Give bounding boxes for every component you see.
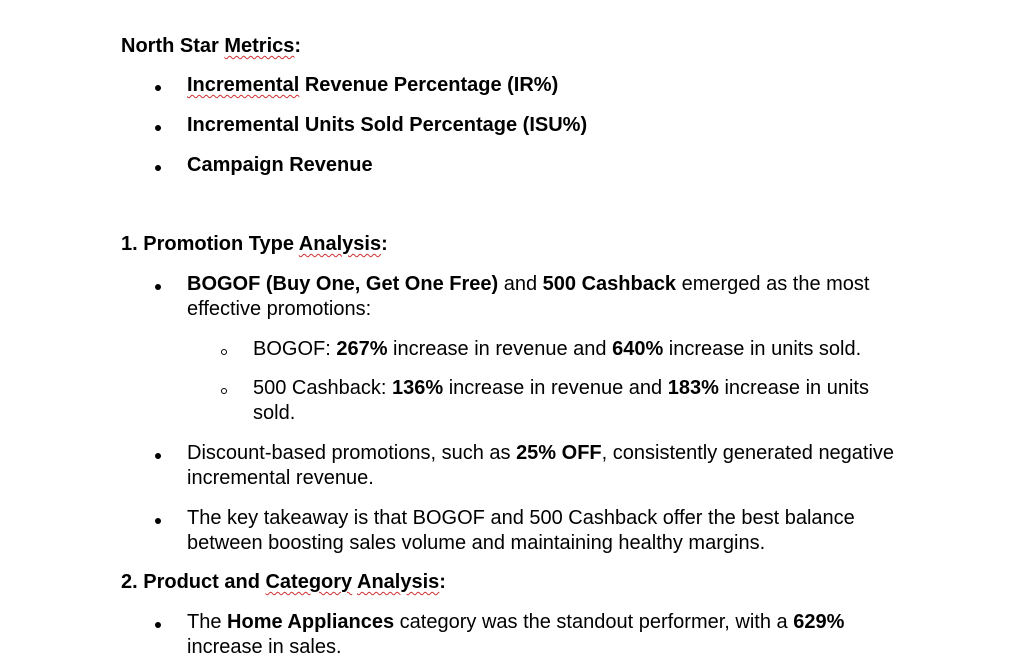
spellcheck-word[interactable]: Category	[265, 571, 352, 593]
heading-text: North Star	[121, 35, 225, 57]
spellcheck-word[interactable]: Analysis	[299, 233, 381, 255]
bullet-icon	[155, 85, 161, 91]
sub-bullet-icon	[221, 349, 227, 355]
item-text: The	[187, 611, 228, 633]
bold-text: 629%	[793, 611, 845, 633]
bullet-icon	[155, 165, 161, 171]
bullet-icon	[155, 125, 161, 131]
bold-text: 25% OFF	[516, 442, 602, 464]
item-text: increase in revenue and	[443, 377, 668, 399]
document-page: North Star Metrics: Incremental Revenue …	[0, 0, 1036, 670]
north-star-item: Incremental Revenue Percentage (IR%)	[187, 73, 907, 98]
sub-bullet-icon	[221, 388, 227, 394]
bold-text: Home Appliances	[227, 611, 395, 633]
bold-text: 183%	[667, 377, 719, 399]
bold-text: BOGOF (Buy One, Get One Free)	[187, 273, 499, 295]
spellcheck-word[interactable]: Incremental	[187, 74, 299, 96]
sub-list-item: BOGOF: 267% increase in revenue and 640%…	[253, 337, 903, 362]
item-text: Revenue Percentage (IR%)	[299, 74, 559, 96]
heading-text: 2. Product and	[121, 571, 266, 593]
north-star-heading: North Star Metrics:	[121, 34, 301, 59]
item-text: category was the standout performer, wit…	[394, 611, 794, 633]
bullet-icon	[155, 453, 161, 459]
item-text: and	[498, 273, 543, 295]
item-text: increase in revenue and	[387, 338, 613, 360]
spellcheck-word[interactable]: Metrics	[224, 35, 294, 57]
list-item: The key takeaway is that BOGOF and 500 C…	[187, 507, 855, 554]
list-item: Discount-based promotions, such as 25% O…	[187, 441, 907, 491]
section1-heading: 1. Promotion Type Analysis:	[121, 232, 388, 257]
bold-text: 136%	[391, 377, 444, 399]
bullet-icon	[155, 622, 161, 628]
item-text: 500 Cashback:	[253, 377, 392, 399]
list-item: The Home Appliances category was the sta…	[187, 610, 907, 660]
bold-text: 640%	[612, 338, 664, 360]
bold-text: 267%	[336, 338, 388, 360]
north-star-item: Campaign Revenue	[187, 154, 373, 176]
heading-colon: :	[439, 571, 446, 593]
bullet-icon	[155, 284, 161, 290]
north-star-item: Incremental Units Sold Percentage (ISU%)	[187, 114, 588, 136]
item-text: increase in sales.	[187, 636, 342, 658]
spellcheck-word[interactable]: Analysis	[357, 571, 439, 593]
item-text: increase in units sold.	[663, 338, 862, 360]
item-text: BOGOF:	[253, 338, 337, 360]
item-text: Discount-based promotions, such as	[187, 442, 517, 464]
sub-list-item: 500 Cashback: 136% increase in revenue a…	[253, 376, 903, 426]
heading-colon: :	[294, 35, 302, 57]
section2-heading: 2. Product and Category Analysis:	[121, 570, 446, 595]
heading-colon: :	[381, 233, 388, 255]
heading-text: 1. Promotion Type	[121, 233, 299, 255]
list-item: BOGOF (Buy One, Get One Free) and 500 Ca…	[187, 272, 907, 322]
bullet-icon	[155, 518, 161, 524]
bold-text: 500 Cashback	[542, 273, 677, 295]
